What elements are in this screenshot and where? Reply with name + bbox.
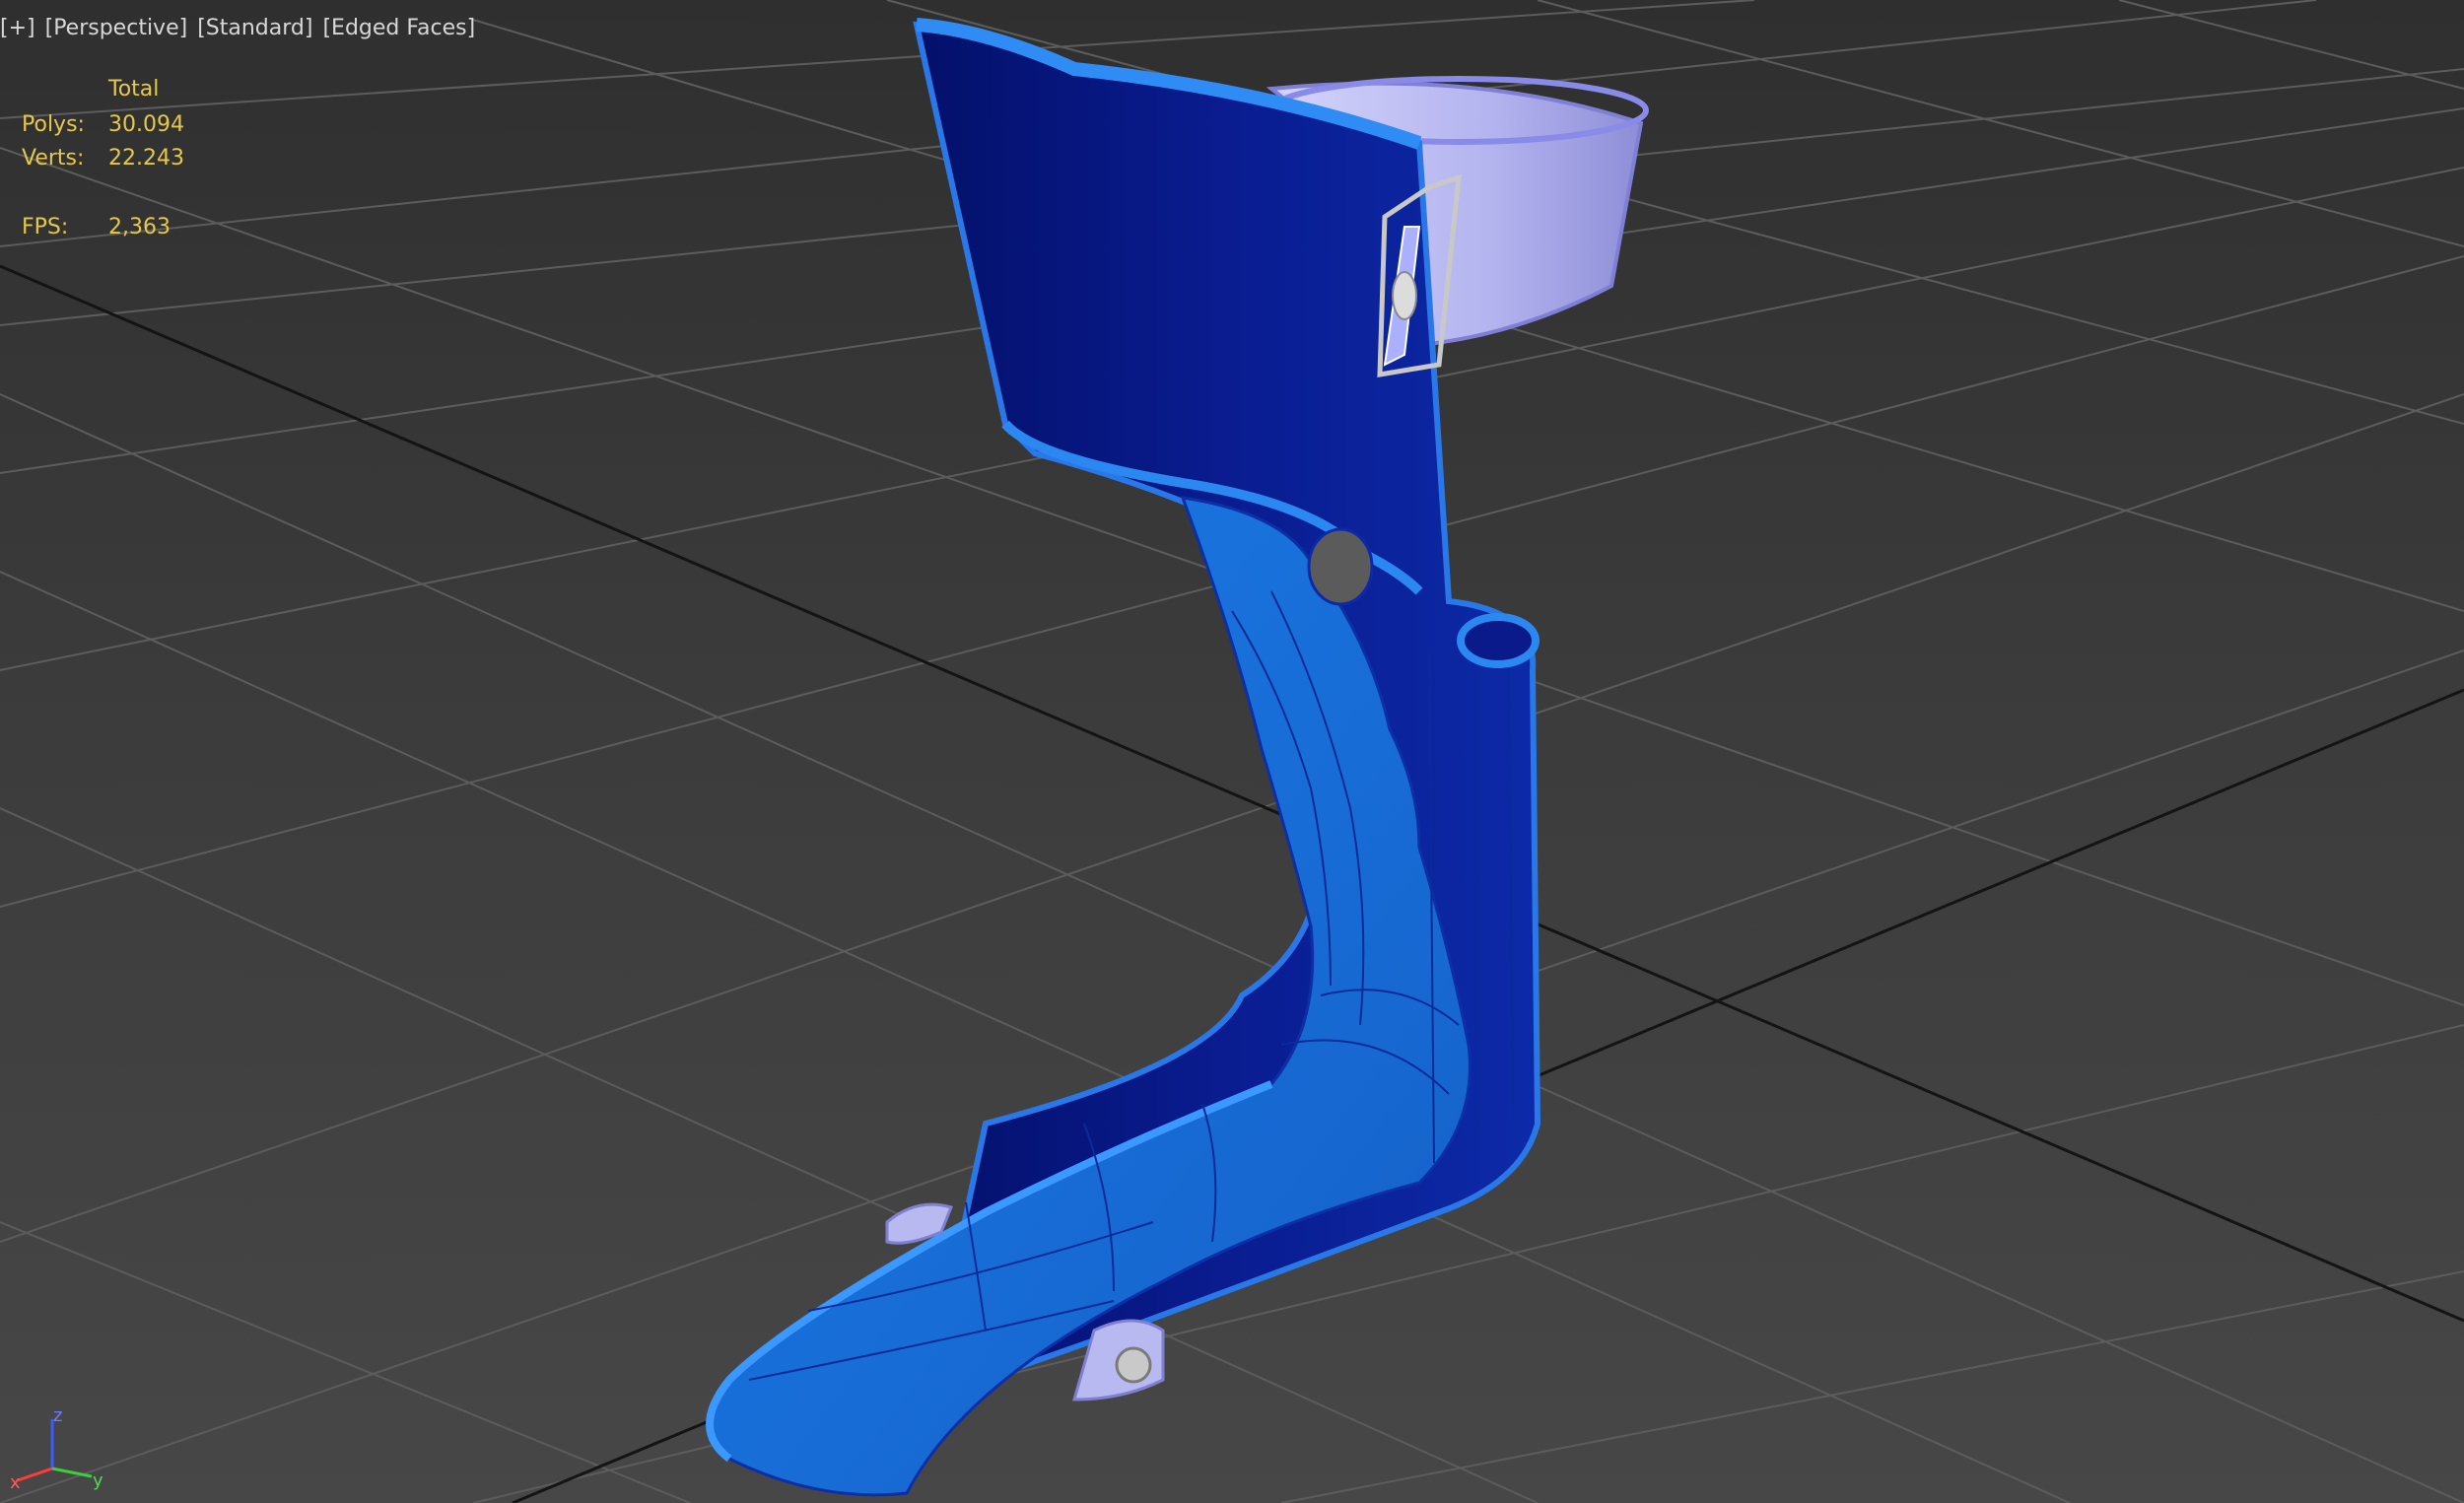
viewport-shading-menu[interactable]: [Standard] — [197, 16, 312, 40]
verts-label: Verts: — [22, 146, 85, 171]
axis-x-label: x — [10, 1472, 21, 1493]
fps-label: FPS: — [22, 215, 69, 239]
viewport-display-menu[interactable]: [Edged Faces] — [322, 16, 475, 40]
polys-label: Polys: — [22, 112, 85, 137]
heel-loop — [1457, 613, 1540, 668]
axis-y-label: y — [93, 1470, 103, 1491]
viewport-pov-menu[interactable]: [Perspective] — [45, 16, 188, 40]
orthosis-model[interactable] — [706, 18, 1649, 1497]
perspective-viewport[interactable]: [+] [Perspective] [Standard] [Edged Face… — [0, 0, 2464, 1503]
verts-value: 22.243 — [108, 146, 184, 171]
strap-rivet — [1115, 1346, 1152, 1384]
xyz-axis-gizmo-icon: z x y — [10, 1405, 103, 1493]
polys-value: 30.094 — [108, 112, 184, 137]
viewport-general-menu[interactable]: [+] — [0, 16, 35, 40]
stats-header: Total — [108, 77, 160, 102]
ankle-cutout — [1307, 527, 1374, 606]
viewport-scene[interactable] — [0, 0, 2464, 1503]
axis-z-label: z — [53, 1405, 62, 1426]
viewport-label-bar: [+] [Perspective] [Standard] [Edged Face… — [0, 10, 475, 45]
fps-value: 2,363 — [108, 215, 171, 239]
